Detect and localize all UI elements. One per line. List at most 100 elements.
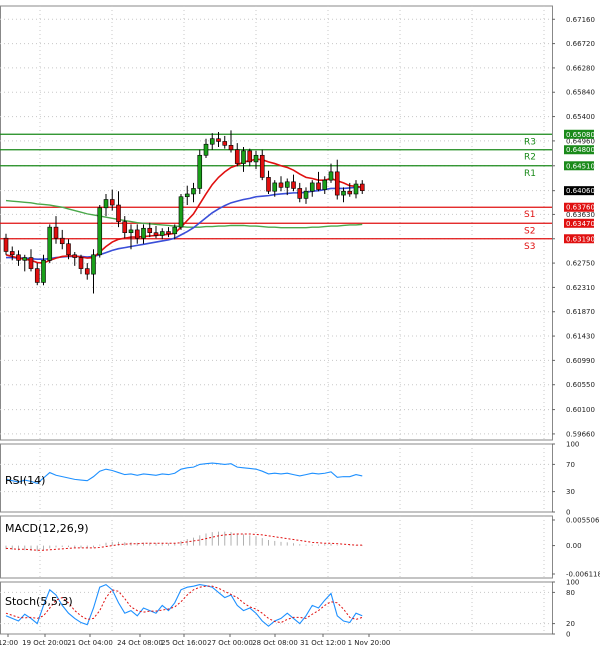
candle-body [78, 257, 84, 269]
candle-body [28, 257, 34, 269]
candle-body [347, 190, 353, 195]
time-tick-label: 31 Oct 12:00 [300, 639, 346, 647]
candle-body [72, 254, 78, 258]
forex-chart: 0.67160 0.66720 0.66280 0.65840 0.65400 0.649… [0, 0, 600, 650]
candle-body [297, 188, 303, 199]
candle-body [266, 177, 271, 192]
chart-svg: 0.671600.667200.662800.658400.654000.649… [0, 5, 600, 647]
candle-body [34, 268, 40, 283]
candle-body [16, 254, 21, 261]
level-name-label: S3 [524, 242, 535, 252]
candle-body [41, 260, 46, 283]
level-name-label: R1 [524, 169, 536, 179]
level-price-label: 0.64800 [566, 146, 595, 154]
candle-body [216, 138, 221, 142]
candle-body [328, 171, 334, 181]
stoch-tick-label: 20 [566, 620, 575, 628]
candle-body [203, 143, 209, 156]
candle-body [353, 183, 359, 195]
candle-body [334, 171, 340, 196]
candle-body [228, 145, 234, 151]
candle-body [316, 182, 321, 190]
rsi-label: RSI(14) [5, 474, 45, 487]
candle-body [259, 154, 265, 178]
candle-body [247, 150, 253, 163]
level-price-label: 0.63190 [566, 235, 595, 243]
candle-body [359, 183, 365, 191]
candle-body [109, 199, 115, 206]
price-tick-label: 0.65840 [566, 89, 595, 97]
candle-body [166, 231, 171, 235]
price-tick-label: 0.65400 [566, 113, 595, 121]
price-tick-label: 0.62310 [566, 284, 595, 292]
price-tick-label: 0.66720 [566, 40, 595, 48]
stoch-tick-label: 0 [566, 631, 570, 639]
level-name-label: R2 [524, 153, 536, 163]
candle-body [234, 149, 240, 164]
candle-body [122, 221, 128, 233]
time-tick-label: 28 Oct 08:00 [252, 639, 298, 647]
candle-body [153, 232, 159, 236]
level-price-label: 0.64510 [566, 162, 595, 170]
price-tick-label: 0.67160 [566, 16, 595, 24]
candle-body [9, 251, 15, 256]
candle-body [322, 179, 328, 190]
candle-body [341, 190, 346, 196]
candle-body [303, 190, 309, 199]
stoch-label: Stoch(5,5,3) [5, 595, 73, 608]
time-tick-label: 25 Oct 16:00 [161, 639, 207, 647]
candle-body [159, 231, 165, 236]
level-name-label: S1 [524, 210, 535, 220]
candle-body [197, 154, 203, 189]
candle-body [141, 227, 146, 239]
level-price-label: 0.63760 [566, 204, 595, 212]
level-price-label: 0.63470 [566, 220, 595, 228]
price-tick-label: 0.63630 [566, 211, 595, 219]
candle-body [178, 196, 184, 228]
price-tick-label: 0.60550 [566, 381, 595, 389]
candle-body [47, 226, 53, 261]
price-tick-label: 0.61430 [566, 333, 595, 341]
current-price-label: 0.64060 [566, 187, 595, 195]
candle-body [3, 237, 9, 252]
price-tick-label: 0.61870 [566, 308, 595, 316]
candle-body [84, 268, 90, 275]
candle-body [272, 182, 278, 192]
candle-body [91, 254, 96, 275]
candle-body [134, 229, 140, 239]
price-tick-label: 0.60100 [566, 406, 595, 414]
macd-tick-label: 0.00 [566, 542, 582, 550]
candle-body [309, 182, 315, 192]
price-tick-label: 0.62750 [566, 260, 595, 268]
macd-tick-label: -0.006118 [566, 571, 600, 579]
time-tick-label: 24 Oct 08:00 [117, 639, 163, 647]
candle-body [53, 226, 59, 239]
price-tick-label: 0.60990 [566, 357, 595, 365]
candle-body [291, 181, 296, 189]
candle-body [97, 207, 103, 256]
level-price-label: 0.65080 [566, 131, 595, 139]
stoch-pane-frame [0, 581, 553, 635]
candle-body [147, 227, 153, 233]
rsi-tick-label: 30 [566, 488, 575, 496]
price-tick-label: 0.66280 [566, 64, 595, 72]
level-name-label: R3 [524, 137, 536, 147]
candle-body [278, 182, 284, 188]
candle-body [222, 141, 228, 146]
candle-body [59, 237, 65, 245]
rsi-tick-label: 0 [566, 509, 570, 517]
candle-body [103, 199, 109, 209]
candle-body [184, 193, 190, 198]
candle-body [191, 188, 196, 195]
candle-body [128, 229, 134, 233]
macd-label: MACD(12,26,9) [5, 522, 89, 535]
candle-body [116, 204, 121, 222]
rsi-tick-label: 100 [566, 441, 579, 449]
level-name-label: S2 [524, 226, 535, 236]
rsi-pane-frame [0, 443, 553, 513]
macd-tick-label: 0.005506 [566, 517, 600, 525]
time-tick-label: 12:00 [0, 639, 18, 647]
time-tick-label: 19 Oct 20:00 [22, 639, 68, 647]
stoch-tick-label: 80 [566, 589, 575, 597]
candle-body [22, 257, 28, 261]
